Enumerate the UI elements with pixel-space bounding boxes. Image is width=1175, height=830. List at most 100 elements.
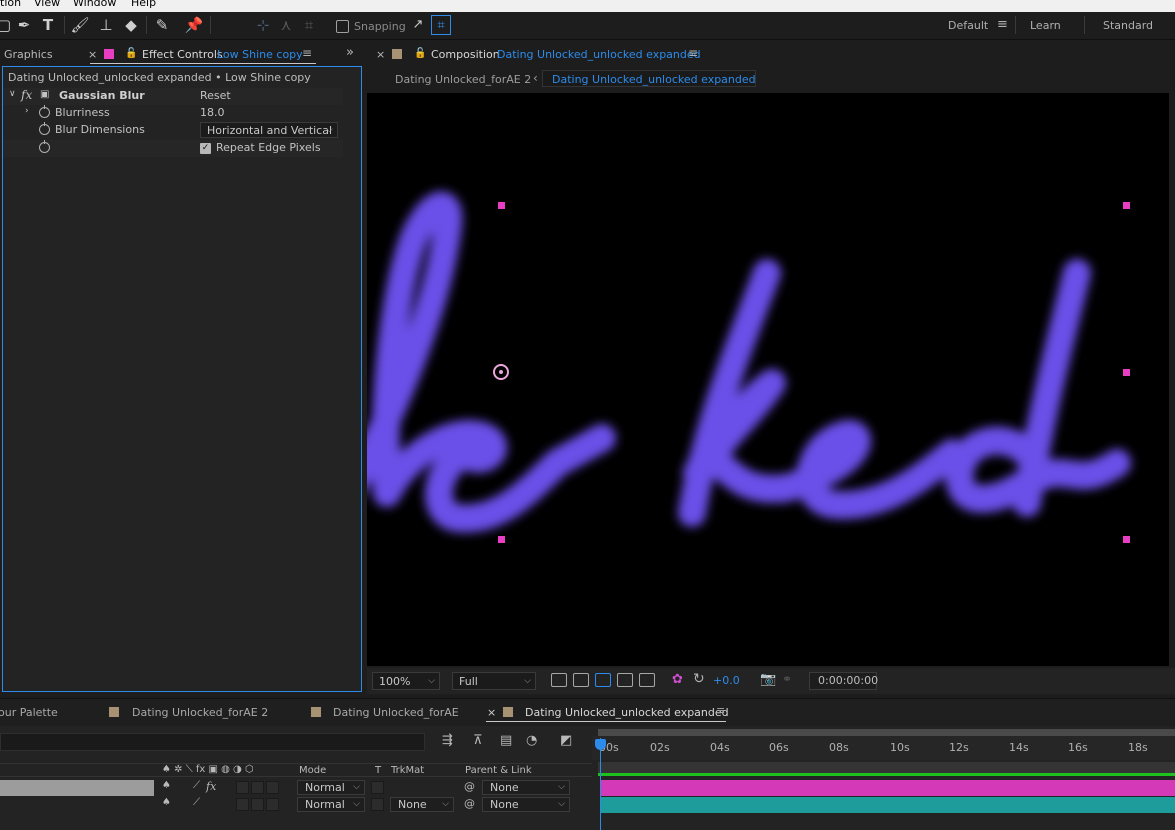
hide-shy-layers-icon[interactable]: ▤	[500, 733, 512, 748]
bounding-box-handle[interactable]	[1123, 369, 1130, 376]
panel-menu-icon[interactable]: ≡	[688, 46, 698, 60]
snapping-checkbox[interactable]	[336, 20, 349, 33]
workspace-standard[interactable]: Standard	[1103, 19, 1153, 32]
menu-help[interactable]: Help	[131, 0, 156, 9]
type-tool-icon[interactable]: T	[38, 15, 58, 35]
camera-icon[interactable]: 📷	[760, 672, 776, 687]
layer-bar[interactable]	[601, 797, 1175, 813]
expand-arrow-icon[interactable]: ›	[25, 106, 29, 116]
tab-forae[interactable]: Dating Unlocked_forAE	[333, 706, 459, 719]
layer-mode-dropdown[interactable]: Normal ⌵	[297, 780, 365, 795]
view-axis-icon[interactable]: ⌗	[299, 15, 319, 35]
clone-stamp-tool-icon[interactable]: ⊥	[96, 15, 116, 35]
puppet-pin-tool-icon[interactable]: 📌	[184, 15, 204, 35]
shape-tool-icon[interactable]: ▢	[0, 15, 14, 35]
stopwatch-icon[interactable]	[39, 105, 50, 118]
snap-edges-icon[interactable]: ↗	[408, 15, 428, 35]
effect-preset-icon[interactable]: ▣	[40, 89, 49, 100]
layer-name-cell[interactable]	[0, 780, 154, 796]
bounding-box-handle[interactable]	[498, 536, 505, 543]
motion-blur-icon[interactable]: ◩	[560, 733, 572, 748]
reset-exposure-icon[interactable]: ↻	[693, 671, 705, 687]
quality-switch-icon[interactable]: ⟋	[193, 797, 200, 808]
local-axis-icon[interactable]: ⊹	[253, 15, 273, 35]
stopwatch-icon[interactable]	[39, 140, 50, 153]
transparency-grid-icon[interactable]	[573, 673, 589, 687]
layer-parent-dropdown[interactable]: None ⌵	[482, 797, 570, 812]
tab-palette[interactable]: our Palette	[0, 706, 58, 719]
show-snapshot-icon[interactable]: ⚭	[782, 672, 792, 686]
guides-icon[interactable]	[639, 673, 655, 687]
work-area-bar[interactable]	[598, 729, 1175, 736]
draft-3d-icon[interactable]: ⊼	[473, 733, 483, 748]
blur-dimensions-dropdown[interactable]: Horizontal and Vertical ⌵	[200, 122, 338, 138]
collapse-arrow-icon[interactable]: ∨	[9, 89, 16, 99]
fx-switch-icon[interactable]: fx	[206, 780, 216, 793]
bounding-box-handle[interactable]	[498, 202, 505, 209]
pickwhip-icon[interactable]: @	[464, 780, 475, 793]
menu-view[interactable]: View	[34, 0, 60, 9]
menu-window[interactable]: Window	[73, 0, 116, 9]
composition-viewer[interactable]	[367, 93, 1169, 666]
workspace-menu-icon[interactable]: ≡	[997, 17, 1008, 32]
layer-row[interactable]: ♠ ⟋ fx Normal ⌵ @ None ⌵	[0, 780, 592, 796]
anchor-point-icon[interactable]	[493, 364, 509, 380]
stopwatch-icon[interactable]	[39, 122, 50, 135]
roto-brush-tool-icon[interactable]: ✎	[152, 15, 172, 35]
timeline-search-input[interactable]	[0, 733, 425, 751]
close-icon[interactable]: ×	[376, 48, 385, 61]
composition-tab-label[interactable]: Composition	[431, 48, 500, 61]
tab-forae-2[interactable]: Dating Unlocked_forAE 2	[132, 706, 268, 719]
close-icon[interactable]: ×	[88, 48, 97, 61]
breadcrumb-comp-1[interactable]: Dating Unlocked_forAE 2	[395, 73, 531, 86]
shy-switch-icon[interactable]: ♠	[162, 780, 171, 791]
tab-effect-controls[interactable]: Effect Controls	[142, 48, 223, 61]
snap-features-icon[interactable]: ⌗	[431, 15, 451, 35]
pen-tool-icon[interactable]: ✒	[14, 15, 34, 35]
fast-previews-icon[interactable]	[551, 673, 567, 687]
reset-button[interactable]: Reset	[200, 89, 231, 102]
repeat-edge-checkbox[interactable]: ✓	[200, 143, 211, 154]
current-time-display[interactable]: 0:00:00:00	[809, 672, 878, 690]
lock-icon[interactable]: 🔓	[125, 48, 137, 59]
exposure-value[interactable]: +0.0	[713, 674, 740, 687]
playhead-icon[interactable]	[595, 739, 606, 750]
bounding-box-handle[interactable]	[1123, 536, 1130, 543]
layer-row[interactable]: ♠ ⟋ Normal ⌵ None ⌵ @ None ⌵	[0, 797, 592, 813]
zoom-dropdown[interactable]: 100% ⌵	[372, 672, 440, 690]
panel-menu-icon[interactable]: ≡	[716, 704, 725, 717]
color-channels-icon[interactable]: ✿	[672, 672, 683, 687]
breadcrumb-comp-2[interactable]: Dating Unlocked_unlocked expanded	[552, 73, 756, 86]
comp-mini-flowchart-icon[interactable]: ⇶	[442, 733, 453, 748]
tab-layer-name[interactable]: Low Shine copy	[217, 48, 303, 61]
pickwhip-icon[interactable]: @	[464, 797, 475, 810]
region-of-interest-icon[interactable]	[617, 673, 633, 687]
workspace-learn[interactable]: Learn	[1030, 19, 1061, 32]
quality-switch-icon[interactable]: ⟋	[193, 780, 200, 791]
close-icon[interactable]: ×	[487, 706, 496, 719]
composition-tab-name[interactable]: Dating Unlocked_unlocked expanded	[497, 48, 701, 61]
mask-visibility-icon[interactable]	[595, 673, 611, 687]
shy-switch-icon[interactable]: ♠	[162, 797, 171, 808]
layer-mode-dropdown[interactable]: Normal ⌵	[297, 797, 365, 812]
frame-blending-icon[interactable]: ◔	[526, 733, 537, 748]
bounding-box-handle[interactable]	[1123, 202, 1130, 209]
panel-menu-icon[interactable]: ≡	[302, 46, 312, 60]
lock-icon[interactable]: 🔓	[414, 48, 426, 59]
fx-toggle-icon[interactable]: fx	[21, 88, 32, 102]
resolution-dropdown[interactable]: Full ⌵	[452, 672, 536, 690]
workspace-default[interactable]: Default	[948, 19, 988, 32]
brush-tool-icon[interactable]: 🖌	[70, 15, 90, 35]
tab-graphics[interactable]: Graphics	[4, 48, 53, 61]
eraser-tool-icon[interactable]: ◆	[121, 15, 141, 35]
layer-bar[interactable]	[601, 780, 1175, 796]
menu-animation[interactable]: tion	[0, 0, 21, 9]
expand-panel-icon[interactable]: »	[346, 45, 354, 60]
tab-unlocked-expanded[interactable]: Dating Unlocked_unlocked expanded	[525, 706, 729, 719]
current-time-indicator[interactable]	[600, 738, 601, 830]
blurriness-value[interactable]: 18.0	[200, 106, 225, 119]
layer-parent-dropdown[interactable]: None ⌵	[482, 780, 570, 795]
time-ruler[interactable]: 00s 02s 04s 06s 08s 10s 12s 14s 16s 18s	[592, 736, 1175, 760]
layer-trkmat-dropdown[interactable]: None ⌵	[390, 797, 454, 812]
world-axis-icon[interactable]: ⋏	[276, 15, 296, 35]
